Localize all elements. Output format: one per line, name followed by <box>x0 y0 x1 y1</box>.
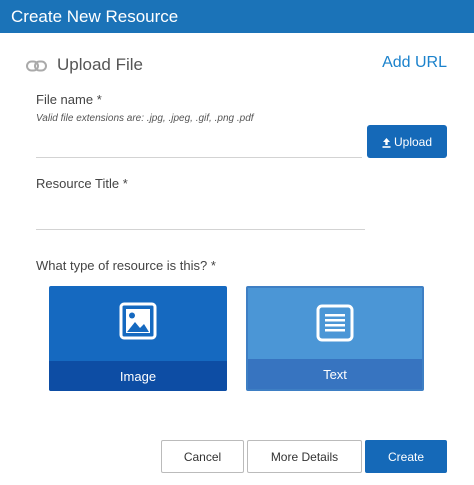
file-extensions-hint: Valid file extensions are: .jpg, .jpeg, … <box>36 113 254 124</box>
resource-type-question: What type of resource is this? * <box>36 258 216 273</box>
upload-file-label: Upload File <box>57 55 143 74</box>
image-option-label: Image <box>49 361 227 391</box>
create-button[interactable]: Create <box>365 440 447 473</box>
resource-type-text-option[interactable]: Text <box>246 286 424 391</box>
link-icon <box>26 59 47 72</box>
upload-button[interactable]: Upload <box>367 125 447 158</box>
image-icon <box>119 302 157 345</box>
upload-file-heading: Upload File <box>26 54 143 76</box>
file-name-field[interactable] <box>36 157 362 158</box>
resource-type-image-option[interactable]: Image <box>49 286 227 391</box>
cancel-button[interactable]: Cancel <box>161 440 244 473</box>
more-details-button[interactable]: More Details <box>247 440 362 473</box>
document-text-icon <box>316 304 354 347</box>
upload-icon <box>382 137 391 148</box>
dialog-title: Create New Resource <box>0 0 474 33</box>
text-option-label: Text <box>248 359 422 389</box>
add-url-link[interactable]: Add URL <box>382 54 447 72</box>
upload-button-label: Upload <box>393 134 433 149</box>
card-icon-area <box>248 288 422 363</box>
card-icon-area <box>49 286 227 361</box>
resource-title-field[interactable] <box>36 229 365 230</box>
resource-title-label: Resource Title * <box>36 176 128 191</box>
file-name-label: File name * <box>36 92 102 107</box>
